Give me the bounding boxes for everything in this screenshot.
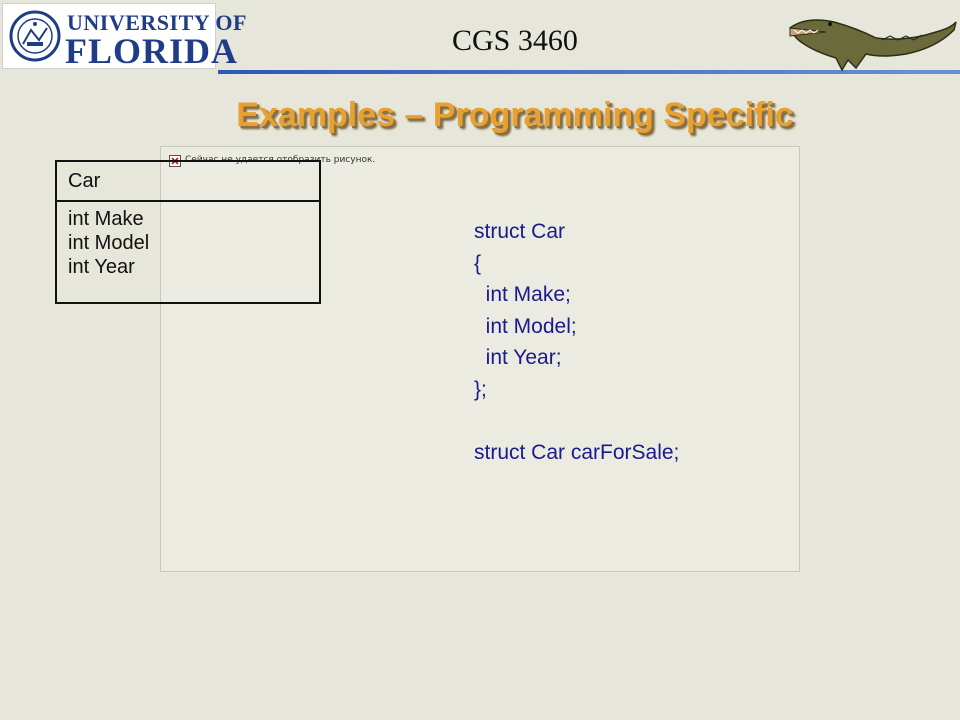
code-line: { [474,251,482,275]
logo-line-florida: FLORIDA [65,31,239,71]
code-line: struct Car [474,220,566,243]
code-block: struct Car { int Make; int Model; int Ye… [474,216,679,468]
university-logo: UNIVERSITY OF FLORIDA [2,3,246,71]
code-line: int Model; [474,314,577,338]
code-line: struct Car carForSale; [474,440,680,464]
uml-attribute: int Model [68,232,150,254]
code-line: int Year; [474,346,562,369]
slide-title: Examples – Programming Specific [236,96,794,134]
code-line: }; [474,377,487,401]
university-seal-icon [9,10,61,62]
uml-attribute: int Make [68,208,144,230]
uml-attribute: int Year [68,256,135,278]
uml-attribute-list: int Make int Model int Year [57,202,319,279]
uml-class-box: Car int Make int Model int Year [55,160,321,304]
course-code: CGS 3460 [452,24,578,57]
code-line: int Make; [474,283,571,306]
alligator-icon [789,19,957,72]
uml-class-name: Car [57,162,319,202]
header-band: UNIVERSITY OF FLORIDA CGS 3460 [0,0,960,76]
